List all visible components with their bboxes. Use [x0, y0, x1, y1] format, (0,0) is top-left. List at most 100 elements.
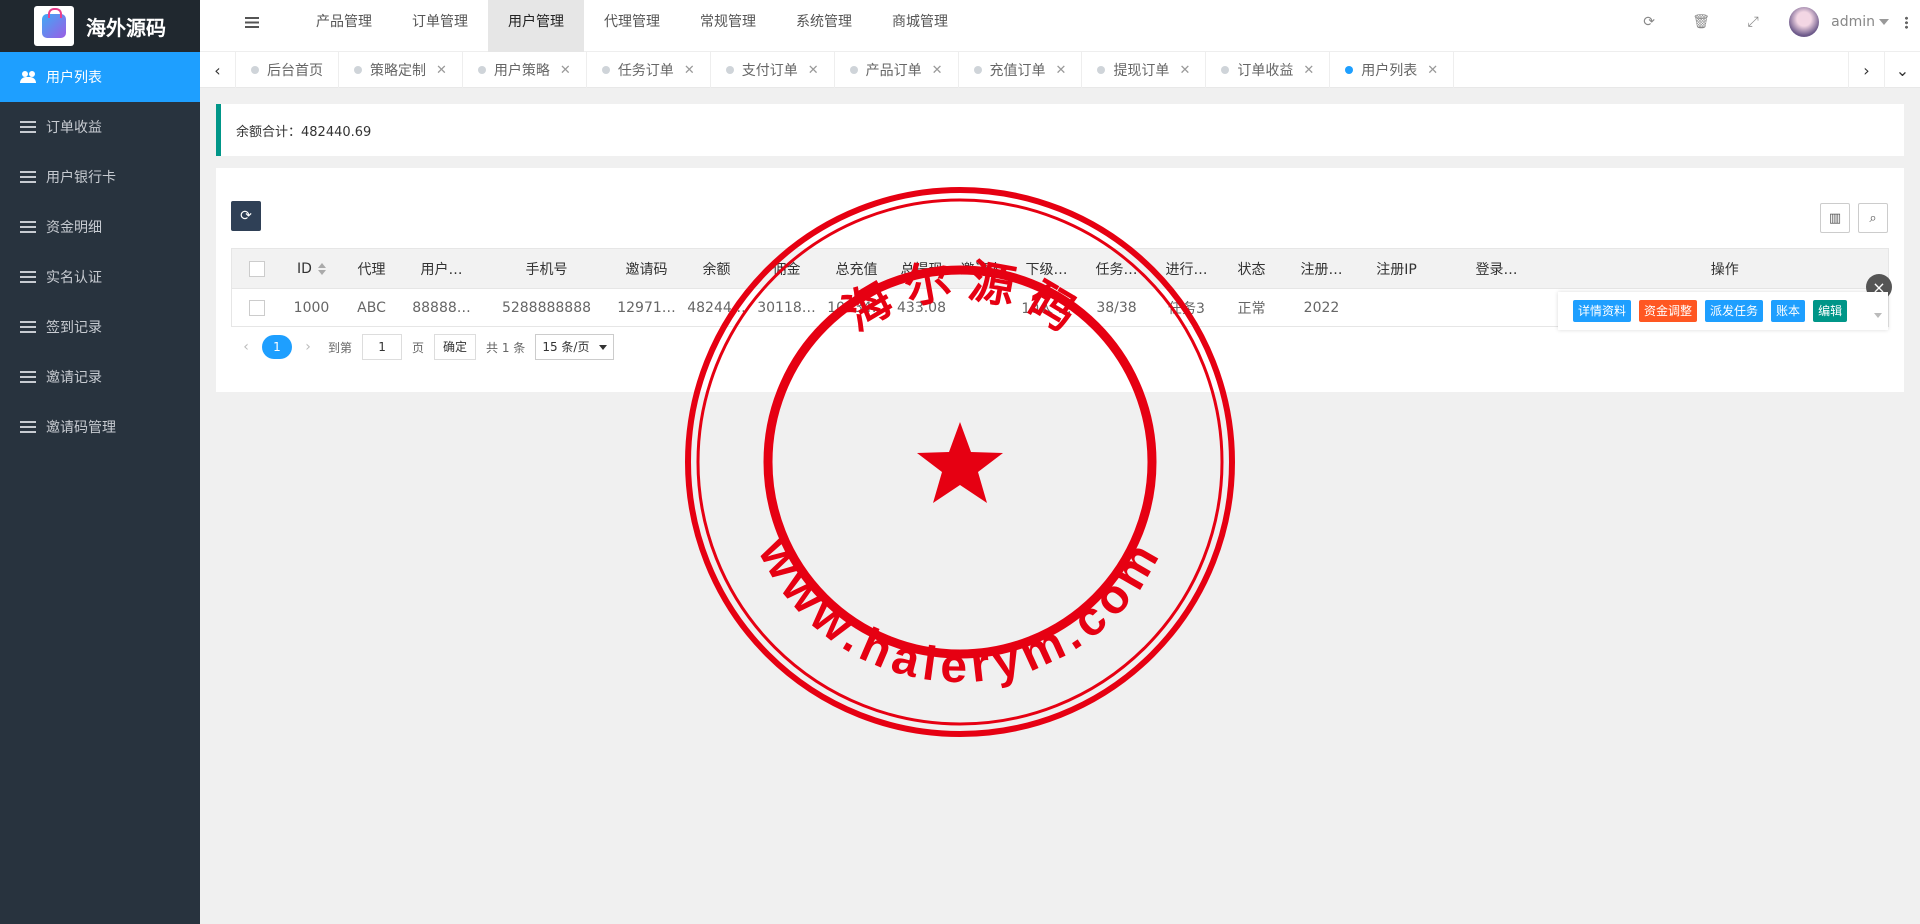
users-icon	[20, 71, 36, 83]
sidebar-toggle-button[interactable]	[200, 0, 304, 44]
close-icon[interactable]: ✕	[1056, 63, 1067, 78]
top-nav-item[interactable]: 系统管理	[776, 0, 872, 52]
search-button[interactable]: ⌕	[1858, 203, 1888, 233]
column-header[interactable]: 注册…	[1281, 248, 1362, 289]
column-header[interactable]: 手机号	[481, 248, 612, 289]
close-icon[interactable]: ✕	[560, 63, 571, 78]
column-header[interactable]: 余额	[681, 248, 752, 289]
sort-icon[interactable]	[317, 262, 326, 275]
avatar[interactable]	[1789, 7, 1820, 37]
per-page-select[interactable]: 15 条/页	[535, 334, 615, 360]
sidebar-item-5[interactable]: 签到记录	[0, 302, 200, 352]
row-checkbox[interactable]	[248, 299, 265, 316]
row-action-button[interactable]: 资金调整	[1639, 300, 1698, 322]
table-refresh-button[interactable]: ⟳	[231, 201, 261, 231]
top-nav-item[interactable]: 产品管理	[296, 0, 392, 52]
tab-item[interactable]: 提现订单 ✕	[1082, 52, 1207, 88]
sidebar-item-4[interactable]: 实名认证	[0, 252, 200, 302]
clear-cache-button[interactable]: 🗑	[1675, 0, 1727, 44]
top-nav-item[interactable]: 用户管理	[488, 0, 584, 52]
column-header[interactable]: 任务…	[1081, 248, 1152, 289]
column-header[interactable]: 代理	[341, 248, 402, 289]
refresh-icon: ⟳	[1643, 14, 1655, 30]
tab-item[interactable]: 策略定制 ✕	[339, 52, 463, 88]
column-header-label: 代理	[357, 261, 386, 278]
tab-item[interactable]: 用户策略 ✕	[463, 52, 587, 88]
tab-item[interactable]: 支付订单 ✕	[711, 52, 835, 88]
table-cell: 38/38	[1096, 299, 1137, 316]
close-icon[interactable]: ✕	[1303, 63, 1314, 78]
column-header[interactable]: 注册IP	[1361, 248, 1432, 289]
top-nav-item[interactable]: 代理管理	[584, 0, 680, 52]
chevron-right-icon: ›	[1863, 60, 1870, 80]
column-header-label: 操作	[1710, 261, 1739, 278]
row-action-button[interactable]: 编辑	[1813, 300, 1848, 322]
sidebar-item-label: 签到记录	[46, 320, 102, 336]
sidebar-item-6[interactable]: 邀请记录	[0, 352, 200, 402]
sidebar-item-0[interactable]: 用户列表	[0, 52, 200, 102]
goto-confirm-button[interactable]: 确定	[434, 334, 477, 360]
tab-label: 支付订单	[741, 63, 798, 79]
tab-item[interactable]: 用户列表 ✕	[1330, 52, 1455, 88]
select-all-checkbox[interactable]	[248, 260, 265, 277]
balance-total-text: 余额合计：482440.69	[236, 124, 372, 140]
sidebar-item-1[interactable]: 订单收益	[0, 102, 200, 152]
more-vert-icon[interactable]	[1905, 15, 1908, 29]
next-page-icon[interactable]: ›	[298, 339, 318, 355]
sidebar-item-3[interactable]: 资金明细	[0, 202, 200, 252]
tabs-prev-button[interactable]: ‹	[200, 52, 236, 88]
brand-name: 海外源码	[86, 15, 166, 40]
tabs-next-button[interactable]: ›	[1848, 52, 1884, 88]
row-action-button[interactable]: 派发任务	[1705, 300, 1764, 322]
chevron-down-icon[interactable]	[1879, 19, 1889, 25]
column-header[interactable]: 下级…	[1011, 248, 1082, 289]
top-nav-item[interactable]: 商城管理	[872, 0, 968, 52]
column-header[interactable]: ID	[281, 248, 342, 289]
column-header[interactable]: 状态	[1221, 248, 1282, 289]
current-page[interactable]: 1	[262, 335, 292, 359]
row-action-button[interactable]: 详情资料	[1573, 300, 1632, 322]
goto-label: 到第	[328, 340, 353, 355]
column-filter-button[interactable]: ▥	[1820, 203, 1850, 233]
close-icon[interactable]: ✕	[684, 63, 695, 78]
table-cell: 433.08	[897, 299, 946, 316]
column-header[interactable]: 总提现	[891, 248, 952, 289]
close-icon[interactable]: ✕	[1179, 63, 1190, 78]
column-header-label: 任务…	[1095, 261, 1138, 278]
tab-item[interactable]: 后台首页	[236, 52, 339, 88]
close-icon[interactable]: ✕	[436, 63, 447, 78]
tab-item[interactable]: 订单收益 ✕	[1206, 52, 1331, 88]
logo[interactable]: 海外源码	[0, 0, 200, 52]
sidebar-item-2[interactable]: 用户银行卡	[0, 152, 200, 202]
tab-item[interactable]: 任务订单 ✕	[587, 52, 711, 88]
prev-page-icon[interactable]: ‹	[236, 339, 256, 355]
column-header[interactable]: 总充值	[821, 248, 892, 289]
watermark-url: www.haierym.com	[747, 529, 1172, 693]
close-icon[interactable]: ✕	[1427, 63, 1438, 78]
tab-label: 订单收益	[1237, 63, 1294, 79]
close-icon[interactable]: ✕	[932, 63, 943, 78]
row-action-button[interactable]: 账本	[1771, 300, 1806, 322]
scroll-down-icon[interactable]	[1874, 313, 1882, 318]
tab-item[interactable]: 产品订单 ✕	[835, 52, 959, 88]
user-name[interactable]: admin	[1831, 14, 1875, 30]
tab-item[interactable]: 充值订单 ✕	[959, 52, 1083, 88]
column-header[interactable]: 邀请码	[611, 248, 682, 289]
column-header[interactable]: 登录…	[1431, 248, 1562, 289]
top-nav-item[interactable]: 订单管理	[392, 0, 488, 52]
table-cell: ABC	[357, 299, 386, 316]
chevron-down-icon	[599, 344, 608, 350]
close-icon[interactable]: ✕	[808, 63, 819, 78]
fullscreen-button[interactable]: ⤢	[1727, 0, 1779, 44]
column-header[interactable]: 邀请人	[951, 248, 1012, 289]
column-header[interactable]: 进行…	[1151, 248, 1222, 289]
top-nav-item[interactable]: 常规管理	[680, 0, 776, 52]
column-header[interactable]: 操作	[1561, 248, 1889, 289]
column-header[interactable]: 佣金	[751, 248, 822, 289]
page-input[interactable]: 1	[362, 334, 403, 360]
refresh-button[interactable]: ⟳	[1623, 0, 1675, 44]
column-header[interactable]: 用户…	[401, 248, 482, 289]
column-header-label: 注册…	[1300, 261, 1343, 278]
sidebar-item-7[interactable]: 邀请码管理	[0, 402, 200, 452]
tabs-menu-button[interactable]: ⌄	[1884, 52, 1920, 88]
